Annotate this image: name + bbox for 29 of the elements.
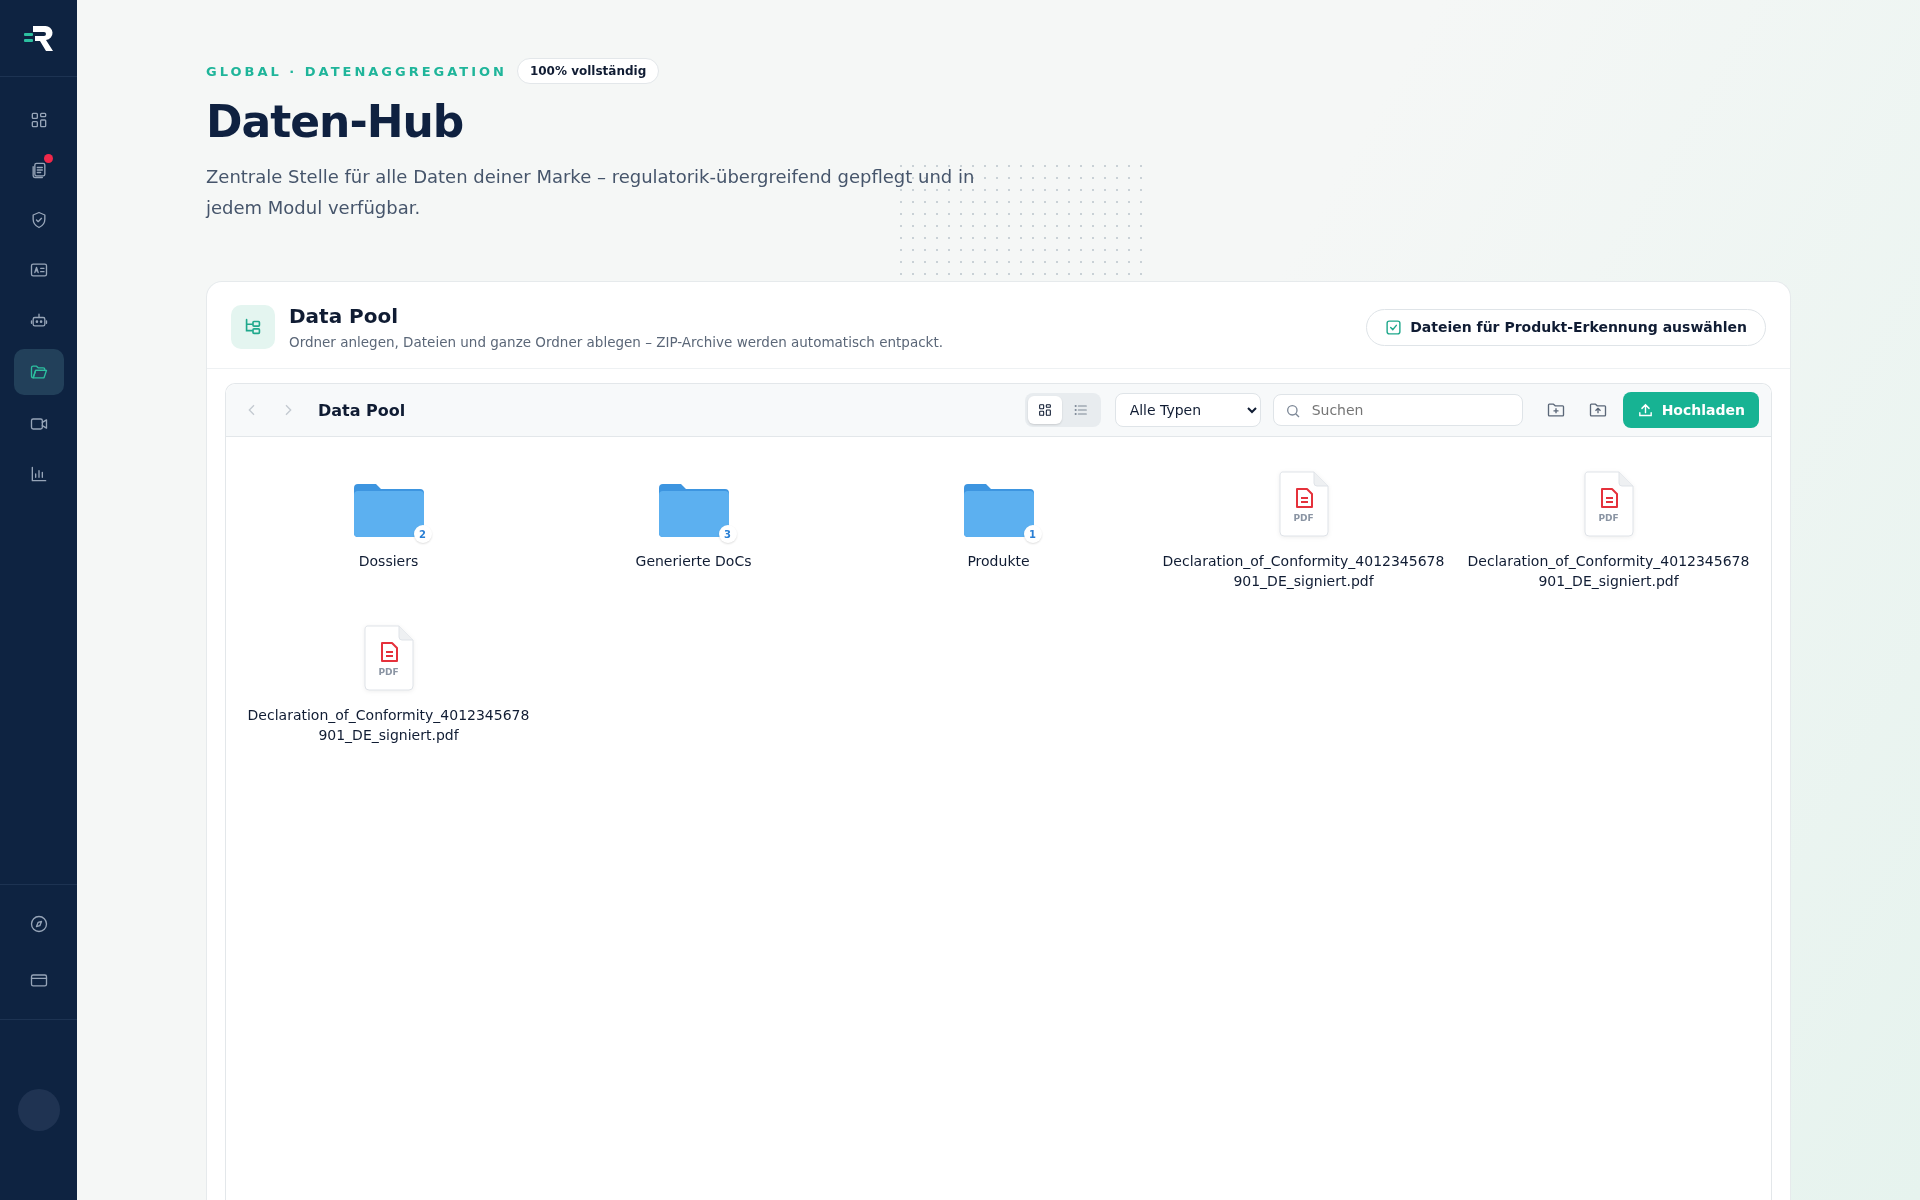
compass-icon [28,914,49,934]
status-badge: 100% vollständig [516,58,660,84]
checkbox-icon [1385,318,1403,336]
file-name[interactable]: Declaration_of_Conformity_4012345678901_DE_signiert.pdf [1466,551,1751,591]
file-name[interactable]: Declaration_of_Conformity_4012345678901_DE_signiert.pdf [246,705,531,745]
card-title: Data Pool [289,304,400,328]
nav-button[interactable] [13,349,64,395]
folder-icon [353,483,424,537]
page-title: Daten-Hub [206,96,465,147]
folder-icon [963,483,1034,537]
file-name[interactable]: Declaration_of_Conformity_4012345678901_DE_signiert.pdf [1161,551,1446,591]
eyebrow-label: GLOBAL · DATENAGGREGATION [206,63,507,79]
card-subtitle: Ordner anlegen, Dateien und ganze Ordner ablegen – ZIP-Archive werden automatisch entpackt. [289,334,945,350]
file-name[interactable]: Produkte [967,551,1030,571]
file-name[interactable]: Generierte DoCs [635,551,752,571]
grid-view-icon [1036,402,1053,418]
tree-icon [231,305,275,349]
logo-icon[interactable] [22,23,55,53]
select-files-button[interactable]: Dateien für Produkt-Erkennung auswählen [1366,308,1766,346]
view-toggle[interactable] [1027,396,1062,424]
folder-icon [658,483,729,537]
type-filter-dropdown[interactable]: Alle Typen [1114,393,1261,427]
upload-icon [1636,401,1654,419]
search-icon [1284,403,1301,419]
breadcrumb[interactable]: Data Pool [318,400,1017,420]
file-name[interactable]: Dossiers [358,551,419,571]
search-field[interactable]: Suchen [1272,394,1523,426]
list-view-icon [1072,402,1089,418]
page-description: Zentrale Stelle für alle Daten deiner Marke – regulatorik-übergreifend gepflegt und in jedem Modul verfügbar. [206,165,976,220]
